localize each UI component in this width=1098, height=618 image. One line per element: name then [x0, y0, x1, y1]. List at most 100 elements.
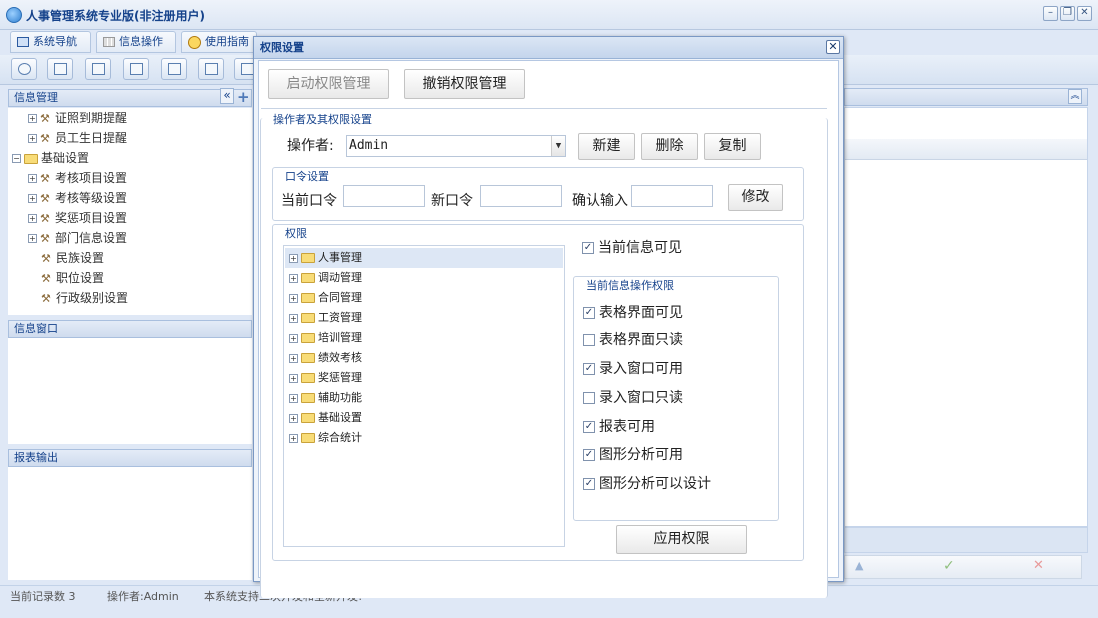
op-checkbox-row[interactable]: 表格界面只读: [583, 330, 683, 350]
expand-icon[interactable]: +: [289, 273, 298, 283]
expand-icon[interactable]: +: [289, 353, 298, 363]
permission-tree-item[interactable]: + 合同管理: [285, 288, 362, 308]
collapse-panel-button[interactable]: «: [220, 88, 234, 104]
tree-item-assessment-levels[interactable]: + ⚒ 考核等级设置: [28, 188, 127, 208]
expand-icon[interactable]: +: [289, 253, 298, 263]
confirm-icon[interactable]: ✓: [943, 558, 955, 574]
app-logo-icon: [6, 7, 22, 23]
dialog-close-button[interactable]: ✕: [826, 40, 840, 54]
tree-item-admin-levels[interactable]: ⚒ 行政级别设置: [41, 288, 128, 308]
expand-icon[interactable]: +: [289, 313, 298, 323]
op-checkbox[interactable]: ✓: [583, 421, 595, 433]
tab-label: 系统导航: [33, 35, 77, 48]
op-checkbox-row[interactable]: 录入窗口只读: [583, 388, 683, 408]
tab-system-nav[interactable]: 系统导航: [10, 31, 91, 53]
expand-icon[interactable]: +: [289, 373, 298, 383]
visible-checkbox[interactable]: ✓: [582, 242, 594, 254]
operator-label: 操作者:: [287, 138, 334, 154]
visible-checkbox-row[interactable]: ✓ 当前信息可见: [582, 238, 682, 258]
tree-item-ethnicity[interactable]: ⚒ 民族设置: [41, 248, 104, 268]
permission-tree-item[interactable]: + 综合统计: [285, 428, 362, 448]
permission-tree-item[interactable]: + 基础设置: [285, 408, 362, 428]
expand-icon[interactable]: +: [28, 214, 37, 223]
apply-permission-button[interactable]: 应用权限: [616, 525, 747, 554]
users-tool-button[interactable]: [123, 58, 149, 80]
op-checkbox[interactable]: ✓: [583, 449, 595, 461]
expand-icon[interactable]: +: [28, 114, 37, 123]
up-icon[interactable]: ▲: [855, 559, 863, 572]
modify-password-button[interactable]: 修改: [728, 184, 783, 211]
expand-icon[interactable]: +: [28, 174, 37, 183]
tree-item-cert-expiry[interactable]: + ⚒ 证照到期提醒: [28, 108, 127, 128]
tree-item-departments[interactable]: + ⚒ 部门信息设置: [28, 228, 127, 248]
op-checkbox[interactable]: ✓: [583, 363, 595, 375]
cancel-icon[interactable]: ✕: [1033, 558, 1044, 573]
permission-tree-item[interactable]: + 工资管理: [285, 308, 362, 328]
expand-icon[interactable]: +: [28, 234, 37, 243]
expand-icon[interactable]: +: [289, 333, 298, 343]
permission-tree-item[interactable]: + 调动管理: [285, 268, 362, 288]
chevron-down-icon[interactable]: ▼: [551, 136, 565, 156]
info-tree: + ⚒ 证照到期提醒 + ⚒ 员工生日提醒 − 基础设置 + ⚒ 考核项目设置 + ⚒ 考核等级设…: [8, 108, 252, 315]
tree-item-assessment-items[interactable]: + ⚒ 考核项目设置: [28, 168, 127, 188]
tree-item-birthday[interactable]: + ⚒ 员工生日提醒: [28, 128, 127, 148]
grid-footer: [844, 527, 1088, 553]
permission-tree-item[interactable]: + 人事管理: [285, 248, 563, 268]
expand-icon[interactable]: +: [28, 194, 37, 203]
info-window-title: 信息窗口: [14, 322, 58, 335]
tree-item-basic-settings[interactable]: − 基础设置: [12, 148, 89, 168]
operator-section-legend: 操作者及其权限设置: [271, 111, 374, 127]
preview-tool-button[interactable]: [161, 58, 187, 80]
current-password-input[interactable]: [343, 185, 425, 207]
expand-icon[interactable]: +: [289, 433, 298, 443]
permission-tree: + 人事管理 + 调动管理 + 合同管理 + 工资管理 + 培训管理 + 绩效考核 + 奖惩管…: [283, 245, 565, 547]
minimize-button[interactable]: –: [1043, 6, 1058, 21]
permission-tree-item[interactable]: + 培训管理: [285, 328, 362, 348]
op-checkbox-row[interactable]: ✓ 录入窗口可用: [583, 359, 683, 379]
op-checkbox[interactable]: ✓: [583, 478, 595, 490]
op-checkbox[interactable]: [583, 392, 595, 404]
tab-guide[interactable]: 使用指南: [181, 31, 257, 53]
tree-item-positions[interactable]: ⚒ 职位设置: [41, 268, 104, 288]
document-tool-button[interactable]: [85, 58, 111, 80]
permission-tree-item[interactable]: + 辅助功能: [285, 388, 362, 408]
expand-icon[interactable]: +: [28, 134, 37, 143]
grid-icon: [103, 37, 115, 47]
op-checkbox[interactable]: [583, 334, 595, 346]
restore-button[interactable]: ❐: [1060, 6, 1075, 21]
permission-tree-item[interactable]: + 绩效考核: [285, 348, 362, 368]
folder-icon: [301, 253, 315, 263]
confirm-password-input[interactable]: [631, 185, 713, 207]
export-icon: [205, 63, 218, 75]
expand-icon[interactable]: +: [289, 393, 298, 403]
tool-icon: ⚒: [40, 171, 50, 185]
enable-permission-button[interactable]: 启动权限管理: [268, 69, 389, 99]
op-checkbox-row[interactable]: ✓ 图形分析可以设计: [583, 474, 711, 494]
op-checkbox[interactable]: ✓: [583, 307, 595, 319]
permissions-section-legend: 权限: [283, 225, 309, 241]
op-checkbox-row[interactable]: ✓ 报表可用: [583, 417, 655, 437]
list-tool-button[interactable]: [47, 58, 73, 80]
info-window-body: [8, 338, 252, 444]
delete-operator-button[interactable]: 删除: [641, 133, 698, 160]
search-tool-button[interactable]: [11, 58, 37, 80]
operator-status: 操作者:Admin: [107, 590, 179, 603]
revoke-permission-button[interactable]: 撤销权限管理: [404, 69, 525, 99]
expand-icon[interactable]: +: [289, 413, 298, 423]
tree-item-rewards[interactable]: + ⚒ 奖惩项目设置: [28, 208, 127, 228]
add-icon[interactable]: +: [237, 88, 250, 106]
expand-panel-button[interactable]: ︽: [1068, 89, 1082, 104]
copy-operator-button[interactable]: 复制: [704, 133, 761, 160]
expand-icon[interactable]: +: [289, 293, 298, 303]
tab-info-ops[interactable]: 信息操作: [96, 31, 176, 53]
new-operator-button[interactable]: 新建: [578, 133, 635, 160]
collapse-icon[interactable]: −: [12, 154, 21, 163]
new-password-input[interactable]: [480, 185, 562, 207]
op-checkbox-row[interactable]: ✓ 表格界面可见: [583, 303, 683, 323]
close-button[interactable]: ✕: [1077, 6, 1092, 21]
export-tool-button[interactable]: [198, 58, 224, 80]
op-checkbox-row[interactable]: ✓ 图形分析可用: [583, 445, 683, 465]
folder-icon: [301, 393, 315, 403]
operator-select[interactable]: Admin ▼: [346, 135, 566, 157]
permission-tree-item[interactable]: + 奖惩管理: [285, 368, 362, 388]
